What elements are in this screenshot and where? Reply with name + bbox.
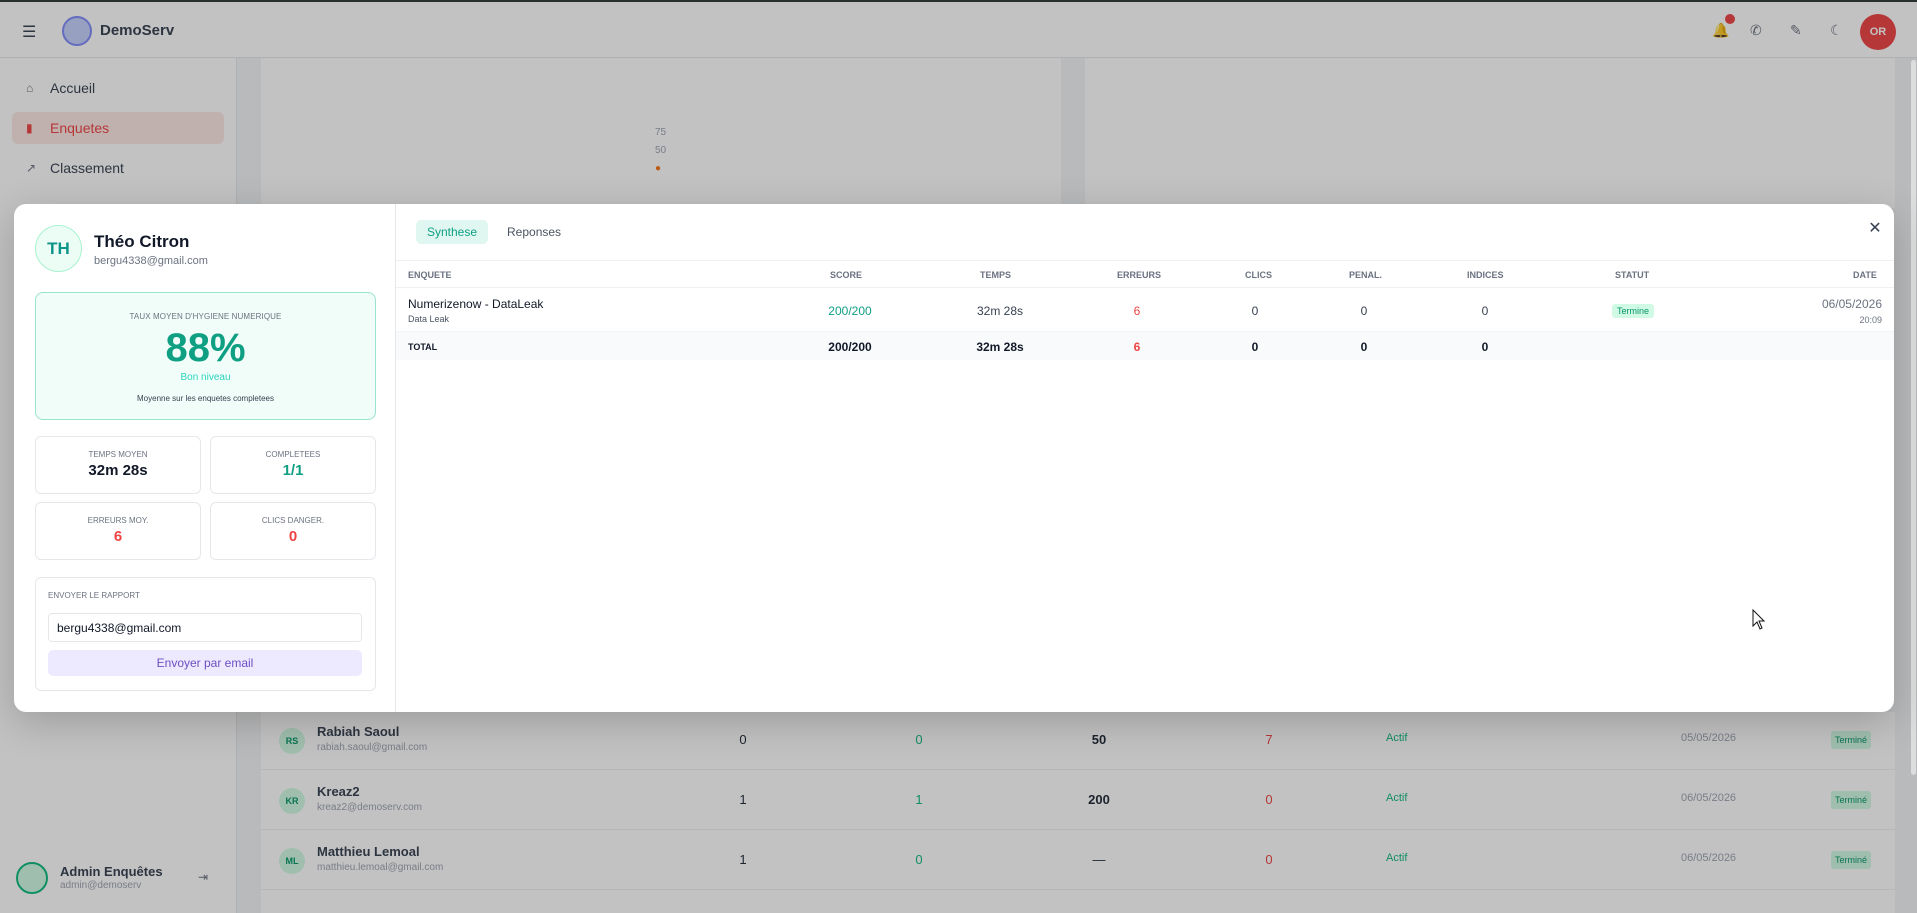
header-clics: CLICS — [1245, 270, 1272, 280]
row-score: 200/200 — [828, 304, 872, 318]
page-scrollbar[interactable] — [1911, 60, 1916, 775]
send-email-button[interactable]: Envoyer par email — [48, 650, 362, 676]
stat-label: CLICS DANGER. — [261, 516, 325, 525]
send-report-section: ENVOYER LE RAPPORT Envoyer par email — [35, 577, 376, 691]
row-penalties: 0 — [1360, 304, 1368, 318]
row-date: 06/05/2026 — [1821, 297, 1882, 311]
header-erreurs: ERREURS — [1117, 270, 1162, 280]
row-clicks: 0 — [1251, 304, 1259, 318]
close-icon[interactable]: ✕ — [1863, 217, 1887, 241]
profile-email: bergu4338@gmail.com — [94, 255, 208, 267]
profile-avatar: TH — [35, 225, 82, 272]
header-penal: PENAL. — [1349, 270, 1383, 280]
stat-average-errors: ERREURS MOY. 6 — [35, 502, 201, 560]
row-errors: 6 — [1133, 304, 1141, 318]
table-row[interactable]: Numerizenow - DataLeak Data Leak 200/200… — [396, 288, 1894, 332]
user-detail-modal: TH Théo Citron bergu4338@gmail.com TAUX … — [14, 204, 1894, 712]
stat-completed: COMPLETEES 1/1 — [210, 436, 376, 494]
total-hints: 0 — [1481, 340, 1489, 354]
report-email-input[interactable] — [48, 613, 362, 642]
hygiene-score-card: TAUX MOYEN D'HYGIENE NUMERIQUE 88% Bon n… — [35, 292, 376, 420]
score-label: TAUX MOYEN D'HYGIENE NUMERIQUE — [129, 312, 282, 321]
stat-label: COMPLETEES — [265, 450, 321, 459]
header-score: SCORE — [830, 270, 863, 280]
stat-dangerous-clicks: CLICS DANGER. 0 — [210, 502, 376, 560]
score-level: Bon niveau — [180, 372, 231, 383]
survey-title: Numerizenow - DataLeak — [408, 297, 544, 311]
survey-category: Data Leak — [408, 314, 450, 324]
stat-label: TEMPS MOYEN — [88, 450, 148, 459]
header-indices: INDICES — [1467, 270, 1504, 280]
tab-reponses[interactable]: Reponses — [496, 220, 572, 244]
table-total-row: TOTAL 200/200 32m 28s 6 0 0 0 — [396, 332, 1894, 360]
status-badge: Termine — [1612, 304, 1655, 318]
header-date: DATE — [1853, 270, 1877, 280]
row-time-of-day: 20:09 — [1859, 315, 1882, 325]
stat-average-time: TEMPS MOYEN 32m 28s — [35, 436, 201, 494]
header-enquete: ENQUETE — [408, 270, 452, 280]
stat-value: 0 — [288, 528, 298, 545]
total-errors: 6 — [1133, 340, 1141, 354]
score-value: 88% — [165, 326, 246, 370]
stat-value: 32m 28s — [88, 462, 148, 479]
stat-value: 6 — [113, 528, 123, 545]
profile-name: Théo Citron — [94, 232, 190, 251]
total-score: 200/200 — [828, 340, 872, 354]
results-panel: Synthese Reponses ✕ ENQUETE SCORE TEMPS … — [396, 204, 1894, 712]
report-label: ENVOYER LE RAPPORT — [48, 591, 140, 600]
stat-value: 1/1 — [282, 462, 304, 479]
total-penalties: 0 — [1360, 340, 1368, 354]
total-label: TOTAL — [408, 342, 438, 352]
total-time: 32m 28s — [976, 340, 1024, 354]
total-clicks: 0 — [1251, 340, 1259, 354]
header-statut: STATUT — [1615, 270, 1650, 280]
mouse-cursor-icon — [1752, 609, 1766, 630]
score-note: Moyenne sur les enquetes completees — [137, 394, 274, 403]
row-hints: 0 — [1481, 304, 1489, 318]
profile-panel: TH Théo Citron bergu4338@gmail.com TAUX … — [14, 204, 396, 712]
table-header: ENQUETE SCORE TEMPS ERREURS CLICS PENAL.… — [396, 260, 1894, 288]
header-temps: TEMPS — [980, 270, 1012, 280]
stat-label: ERREURS MOY. — [87, 516, 149, 525]
tab-synthese[interactable]: Synthese — [416, 220, 489, 244]
row-time: 32m 28s — [976, 304, 1024, 318]
